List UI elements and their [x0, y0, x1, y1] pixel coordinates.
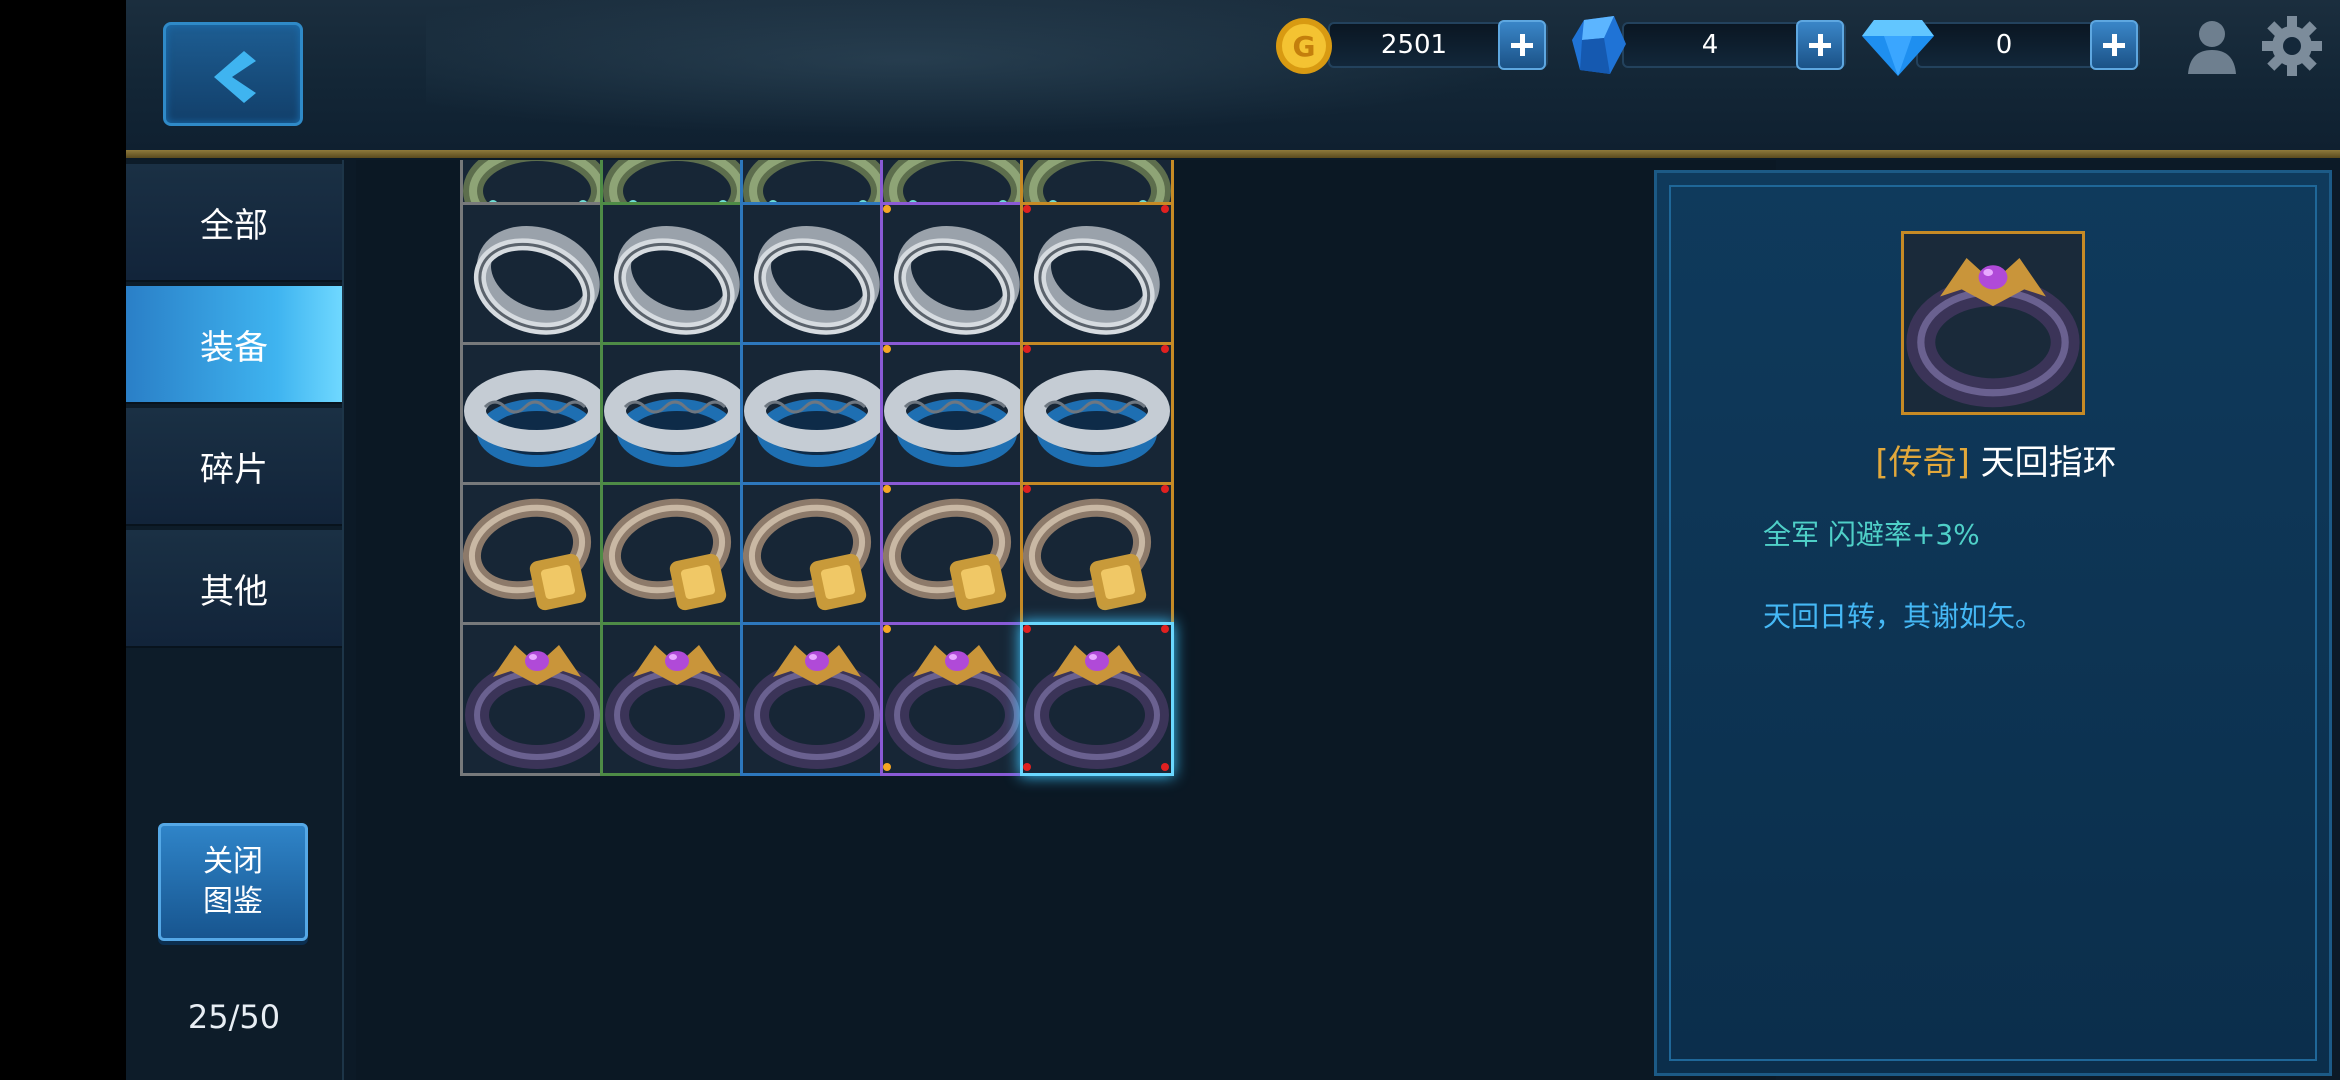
- grid-item-silver-double-ring-orange[interactable]: [1020, 202, 1174, 356]
- collection-count: 25/50: [187, 998, 281, 1036]
- detail-item-image: [1901, 231, 2085, 415]
- quality-corner-dot: [1023, 345, 1031, 353]
- tab-equipment[interactable]: 装备: [126, 286, 342, 404]
- dark-gem-ring-icon: [1906, 258, 2080, 408]
- crystal-value: 4: [1701, 30, 1719, 60]
- close-button-line1: 关闭: [203, 844, 263, 879]
- quality-corner-dot: [883, 205, 891, 213]
- grid-item-dark-gem-ring-blue[interactable]: [740, 622, 894, 776]
- gold-signet-ring-icon: [1023, 498, 1152, 611]
- quality-corner-dot: [883, 485, 891, 493]
- grid-item-gold-signet-ring-blue[interactable]: [740, 482, 894, 636]
- grid-item-dark-gem-ring-grey[interactable]: [460, 622, 614, 776]
- profile-icon[interactable]: [2182, 16, 2242, 76]
- quality-corner-dot: [1161, 345, 1169, 353]
- gold-coin-icon: G: [1276, 18, 1332, 74]
- dark-gem-ring-icon: [885, 645, 1029, 769]
- diamond-counter: 0: [1916, 20, 2140, 70]
- grid-item-dark-gem-ring-orange[interactable]: [1020, 622, 1174, 776]
- add-crystal-button[interactable]: [1796, 20, 1844, 70]
- grid-item-wave-engraved-ring-purple[interactable]: [880, 342, 1034, 496]
- add-gold-button[interactable]: [1498, 20, 1546, 70]
- item-title: [传奇] 天回指环: [1657, 435, 2335, 484]
- silver-double-ring-icon: [473, 226, 600, 335]
- close-collection-button[interactable]: 关闭 图鉴: [158, 823, 308, 941]
- gear-icon[interactable]: [2260, 14, 2324, 78]
- svg-text:G: G: [1293, 30, 1316, 63]
- category-sidebar: 全部 装备 碎片 其他 关闭图鉴 25/50: [126, 160, 344, 1080]
- wave-engraved-ring-icon: [1024, 370, 1170, 467]
- quality-corner-dot: [883, 345, 891, 353]
- back-button[interactable]: [163, 22, 303, 126]
- top-bar: 2501 G 4 0: [126, 0, 2340, 150]
- gold-signet-ring-icon: [883, 498, 1012, 611]
- silver-double-ring-icon: [893, 226, 1020, 335]
- grid-item-wave-engraved-ring-orange[interactable]: [1020, 342, 1174, 496]
- gold-counter: 2501: [1328, 20, 1548, 70]
- grid-item-wave-engraved-ring-grey[interactable]: [460, 342, 614, 496]
- wave-engraved-ring-icon: [744, 370, 890, 467]
- quality-corner-dot: [1023, 485, 1031, 493]
- dark-gem-ring-icon: [745, 645, 889, 769]
- gold-signet-ring-icon: [603, 498, 732, 611]
- diamond-icon: [1862, 20, 1934, 76]
- item-grid: [356, 160, 1776, 1080]
- wave-engraved-ring-icon: [464, 370, 610, 467]
- wave-engraved-ring-icon: [884, 370, 1030, 467]
- quality-corner-dot: [1023, 625, 1031, 633]
- grid-item-wave-engraved-ring-blue[interactable]: [740, 342, 894, 496]
- grid-item-dark-gem-ring-purple[interactable]: [880, 622, 1034, 776]
- tab-all[interactable]: 全部: [126, 164, 342, 282]
- grid-item-silver-double-ring-grey[interactable]: [460, 202, 614, 356]
- dark-gem-ring-icon: [1025, 645, 1169, 769]
- quality-corner-dot: [883, 763, 891, 771]
- chevron-left-icon: [214, 51, 256, 103]
- gold-value: 2501: [1380, 30, 1448, 60]
- quality-corner-dot: [883, 625, 891, 633]
- top-divider: [126, 150, 2340, 158]
- tab-fragments[interactable]: 碎片: [126, 408, 342, 526]
- crystal-counter: 4: [1622, 20, 1846, 70]
- quality-corner-dot: [1161, 625, 1169, 633]
- silver-double-ring-icon: [1033, 226, 1160, 335]
- grid-item-gold-signet-ring-purple[interactable]: [880, 482, 1034, 636]
- item-detail-panel: [传奇] 天回指环 全军 闪避率+3% 天回日转，其谢如矢。: [1654, 170, 2332, 1076]
- tab-other[interactable]: 其他: [126, 530, 342, 648]
- dark-gem-ring-icon: [465, 645, 609, 769]
- item-stat: 全军 闪避率+3%: [1763, 518, 1980, 551]
- game-screen: 2501 G 4 0 全部 装备 碎片 其他 关闭 图鉴 25/50 [传奇] …: [126, 0, 2340, 1080]
- silver-double-ring-icon: [753, 226, 880, 335]
- grid-item-silver-double-ring-green[interactable]: [600, 202, 754, 356]
- close-button-line2: 图鉴: [203, 884, 263, 919]
- grid-item-gold-signet-ring-grey[interactable]: [460, 482, 614, 636]
- diamond-value: 0: [1995, 30, 2013, 60]
- blue-crystal-icon: [1572, 16, 1626, 74]
- grid-item-gold-signet-ring-orange[interactable]: [1020, 482, 1174, 636]
- quality-corner-dot: [1161, 763, 1169, 771]
- gold-signet-ring-icon: [743, 498, 872, 611]
- grid-item-silver-double-ring-blue[interactable]: [740, 202, 894, 356]
- quality-corner-dot: [1161, 205, 1169, 213]
- item-rarity: [传奇]: [1875, 443, 1970, 483]
- gold-signet-ring-icon: [463, 498, 592, 611]
- quality-corner-dot: [1023, 763, 1031, 771]
- grid-item-wave-engraved-ring-green[interactable]: [600, 342, 754, 496]
- silver-double-ring-icon: [613, 226, 740, 335]
- wave-engraved-ring-icon: [604, 370, 750, 467]
- add-diamond-button[interactable]: [2090, 20, 2138, 70]
- grid-item-silver-double-ring-purple[interactable]: [880, 202, 1034, 356]
- item-name: 天回指环: [1980, 443, 2117, 483]
- grid-item-dark-gem-ring-green[interactable]: [600, 622, 754, 776]
- grid-item-gold-signet-ring-green[interactable]: [600, 482, 754, 636]
- quality-corner-dot: [1023, 205, 1031, 213]
- dark-gem-ring-icon: [605, 645, 749, 769]
- item-description: 天回日转，其谢如矢。: [1763, 600, 2044, 633]
- quality-corner-dot: [1161, 485, 1169, 493]
